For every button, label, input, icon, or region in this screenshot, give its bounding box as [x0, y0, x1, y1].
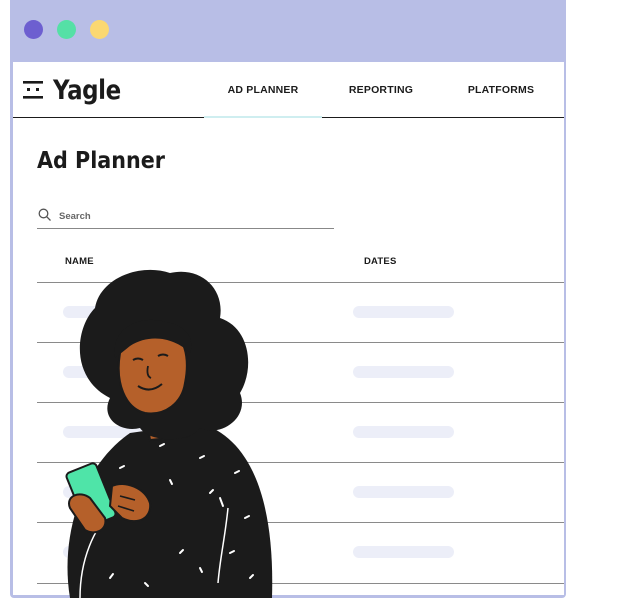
search-icon: [38, 208, 52, 222]
close-dot[interactable]: [24, 20, 43, 39]
dates-placeholder: [353, 426, 454, 438]
tab-reporting[interactable]: REPORTING: [331, 62, 431, 117]
top-nav: Yagle AD PLANNER REPORTING PLATFORMS: [13, 62, 564, 118]
minimize-dot[interactable]: [57, 20, 76, 39]
logo-text: Yagle: [53, 74, 121, 106]
column-header-dates[interactable]: DATES: [364, 256, 397, 267]
column-header-name[interactable]: NAME: [65, 256, 94, 267]
tab-platforms[interactable]: PLATFORMS: [448, 62, 554, 117]
search-input[interactable]: [59, 208, 319, 224]
page-title: Ad Planner: [37, 148, 166, 174]
face-icon: [23, 79, 45, 101]
dates-placeholder: [353, 486, 454, 498]
dates-placeholder: [353, 366, 454, 378]
window-titlebar: [10, 0, 566, 62]
maximize-dot[interactable]: [90, 20, 109, 39]
app-window: Yagle AD PLANNER REPORTING PLATFORMS Ad …: [10, 0, 566, 598]
dates-placeholder: [353, 546, 454, 558]
person-illustration: [65, 269, 273, 598]
search-bar[interactable]: [37, 206, 334, 229]
dates-placeholder: [353, 306, 454, 318]
logo[interactable]: Yagle: [23, 74, 133, 106]
tab-ad-planner[interactable]: AD PLANNER: [204, 62, 322, 118]
